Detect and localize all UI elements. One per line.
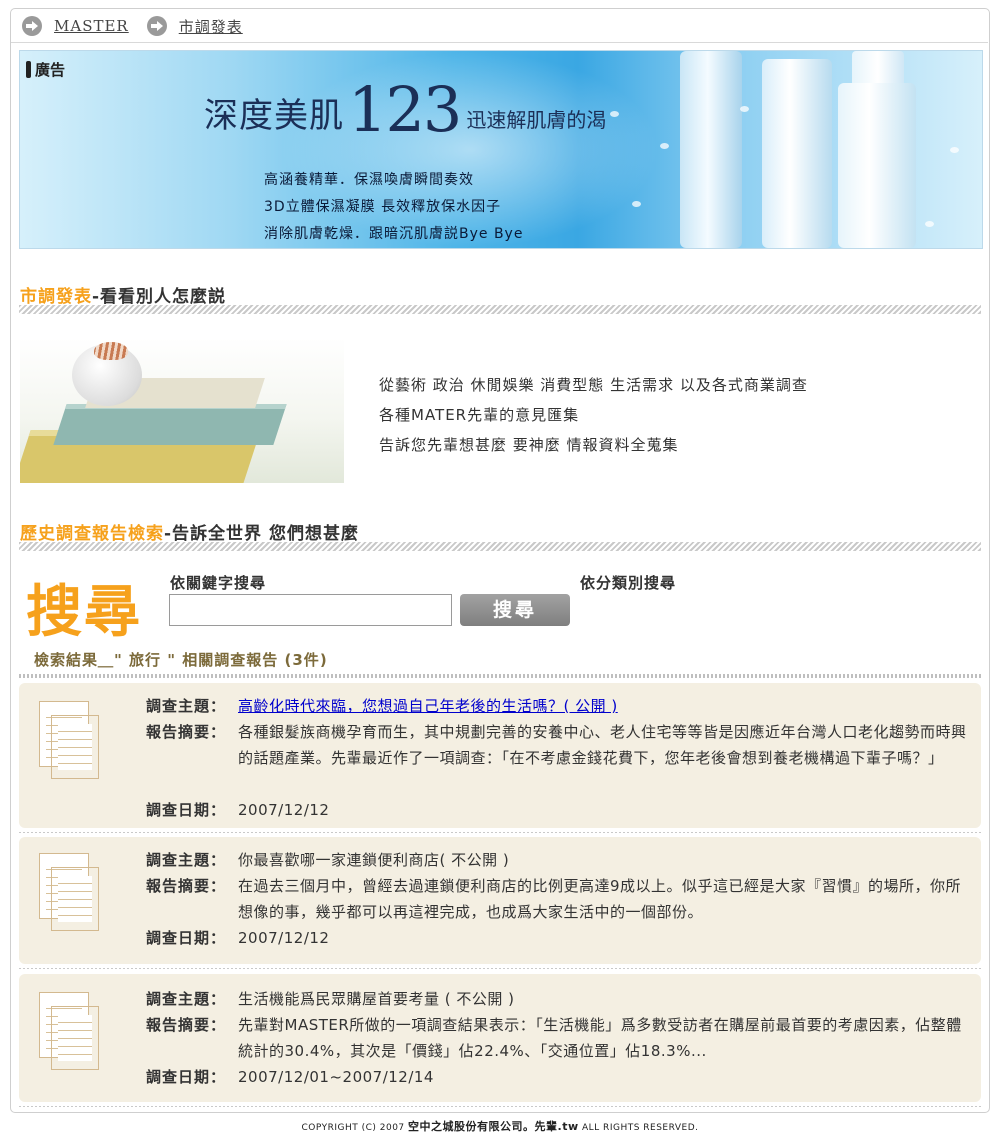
result-summary: 先輩對MASTER所做的一項調查結果表示：「生活機能」爲多數受訪者在購屋前最首要… xyxy=(238,1016,962,1060)
result-topic: 生活機能爲民眾購屋首要考量 ( 不公開 ) xyxy=(238,990,515,1008)
dotted-divider xyxy=(19,968,981,969)
result-date: 2007/12/12 xyxy=(238,801,330,819)
dotted-divider xyxy=(19,1106,981,1107)
dotted-divider xyxy=(19,674,981,678)
product-bottle-image xyxy=(680,51,742,248)
search-heading: 搜尋 xyxy=(26,580,142,645)
intro-text: 從藝術 政治 休閒娛樂 消費型態 生活需求 以及各式商業調查 各種MATER先輩… xyxy=(379,376,808,454)
result-card: 調查主題： 高齡化時代來臨，您想過自己年老後的生活嗎？( 公開 ) 報告摘要： … xyxy=(19,683,981,828)
search-button[interactable]: 搜尋 xyxy=(460,594,570,626)
result-date: 2007/12/12 xyxy=(238,929,330,947)
books-illustration xyxy=(20,338,344,483)
result-date: 2007/12/01~2007/12/14 xyxy=(238,1068,434,1086)
ad-promo-text: 高涵養精華．保濕喚膚瞬間奏效 3D立體保濕凝膜 長效釋放保水因子 消除肌膚乾燥．… xyxy=(264,172,524,242)
keyword-search-input[interactable] xyxy=(169,594,452,626)
result-summary: 各種銀髮族商機孕育而生，其中規劃完善的安養中心、老人住宅等等皆是因應近年台灣人口… xyxy=(238,723,967,767)
breadcrumb: MASTER 市調發表 xyxy=(22,14,261,38)
ad-banner[interactable]: 廣告 深度美肌 123 迅速解肌膚的渴 高涵養精華．保濕喚膚瞬間奏效 3D立體保… xyxy=(19,50,983,249)
breadcrumb-item-current: 市調發表 xyxy=(146,16,243,37)
divider xyxy=(11,42,988,43)
result-card: 調查主題： 生活機能爲民眾購屋首要考量 ( 不公開 ) 報告摘要： 先輩對MAS… xyxy=(19,974,981,1102)
ad-headline: 深度美肌 123 迅速解肌膚的渴 xyxy=(204,73,607,146)
ad-label: 廣告 xyxy=(26,59,65,80)
document-icon xyxy=(39,992,101,1072)
keyword-search-label: 依關鍵字搜尋 xyxy=(170,574,267,592)
result-card: 調查主題： 你最喜歡哪一家連鎖便利商店( 不公開 ) 報告摘要： 在過去三個月中… xyxy=(19,837,981,964)
breadcrumb-link-survey[interactable]: 市調發表 xyxy=(179,16,243,37)
document-icon xyxy=(39,701,101,781)
section-title-survey: 市調發表-看看別人怎麼説 xyxy=(20,287,227,307)
results-title: 檢索結果＿" 旅行 " 相關調查報告 (3件) xyxy=(34,651,328,669)
document-icon xyxy=(39,853,101,933)
hatched-divider xyxy=(19,542,981,551)
breadcrumb-item-home: MASTER xyxy=(22,16,129,36)
hatched-divider xyxy=(19,305,981,314)
result-topic: 你最喜歡哪一家連鎖便利商店( 不公開 ) xyxy=(238,851,510,869)
result-summary: 在過去三個月中，曾經去過連鎖便利商店的比例更高達9成以上。似乎這已經是大家『習慣… xyxy=(238,877,962,921)
arrow-circle-right-icon xyxy=(22,16,42,36)
copyright-footer: COPYRIGHT (C) 2007 空中之城股份有限公司。先輩.tw ALL … xyxy=(301,1120,699,1133)
dotted-divider xyxy=(19,832,981,833)
arrow-circle-right-icon xyxy=(146,16,167,36)
breadcrumb-link-master[interactable]: MASTER xyxy=(54,17,129,35)
result-topic-link[interactable]: 高齡化時代來臨，您想過自己年老後的生活嗎？( 公開 ) xyxy=(238,697,618,715)
product-bottle-cap-image xyxy=(852,51,904,87)
product-bottle-image xyxy=(838,83,916,248)
seashell-image xyxy=(94,342,128,360)
category-search-link[interactable]: 依分類別搜尋 xyxy=(580,572,676,593)
section-title-history: 歷史調查報告檢索-告訴全世界 您們想甚麼 xyxy=(20,524,359,544)
product-bottle-image xyxy=(762,59,832,248)
